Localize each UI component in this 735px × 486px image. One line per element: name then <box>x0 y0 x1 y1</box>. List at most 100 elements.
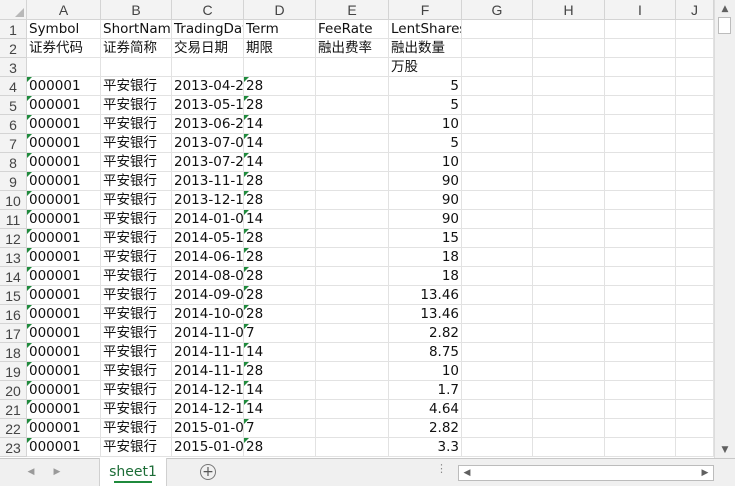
cell-J6[interactable] <box>676 115 714 134</box>
row-header-4[interactable]: 4 <box>0 77 27 96</box>
row-header-3[interactable]: 3 <box>0 58 27 77</box>
cell-I6[interactable] <box>605 115 676 134</box>
column-header-H[interactable]: H <box>533 0 605 20</box>
scroll-down-arrow-icon[interactable]: ▼ <box>715 441 735 458</box>
cell-C22[interactable]: 2015-01-07 <box>172 419 244 438</box>
cell-B4[interactable]: 平安银行 <box>101 77 172 96</box>
cell-D6[interactable]: 14 <box>244 115 316 134</box>
column-header-D[interactable]: D <box>244 0 316 20</box>
row-header-6[interactable]: 6 <box>0 115 27 134</box>
cell-F12[interactable]: 15 <box>389 229 462 248</box>
cell-F3[interactable]: 万股 <box>389 58 462 77</box>
cell-I18[interactable] <box>605 343 676 362</box>
horizontal-scrollbar[interactable]: ◀ ▶ <box>458 465 714 481</box>
cell-J1[interactable] <box>676 20 714 39</box>
cell-E8[interactable] <box>316 153 389 172</box>
cell-I14[interactable] <box>605 267 676 286</box>
cell-E20[interactable] <box>316 381 389 400</box>
cell-I7[interactable] <box>605 134 676 153</box>
cell-I22[interactable] <box>605 419 676 438</box>
cell-G23[interactable] <box>462 438 533 457</box>
cell-E19[interactable] <box>316 362 389 381</box>
cell-H9[interactable] <box>533 172 605 191</box>
cell-J21[interactable] <box>676 400 714 419</box>
cell-A7[interactable]: 000001 <box>27 134 101 153</box>
row-header-15[interactable]: 15 <box>0 286 27 305</box>
cell-H16[interactable] <box>533 305 605 324</box>
cell-D4[interactable]: 28 <box>244 77 316 96</box>
cell-A14[interactable]: 000001 <box>27 267 101 286</box>
cell-B9[interactable]: 平安银行 <box>101 172 172 191</box>
cell-H8[interactable] <box>533 153 605 172</box>
cell-J16[interactable] <box>676 305 714 324</box>
row-header-5[interactable]: 5 <box>0 96 27 115</box>
cell-B15[interactable]: 平安银行 <box>101 286 172 305</box>
cell-G17[interactable] <box>462 324 533 343</box>
cell-C20[interactable]: 2014-12-11 <box>172 381 244 400</box>
cell-D19[interactable]: 28 <box>244 362 316 381</box>
cell-D15[interactable]: 28 <box>244 286 316 305</box>
horizontal-scroll-thumb[interactable] <box>475 468 489 478</box>
cell-J7[interactable] <box>676 134 714 153</box>
cell-A17[interactable]: 000001 <box>27 324 101 343</box>
cell-I21[interactable] <box>605 400 676 419</box>
prev-sheet-icon[interactable]: ◀ <box>24 465 38 479</box>
cell-G20[interactable] <box>462 381 533 400</box>
cell-D21[interactable]: 14 <box>244 400 316 419</box>
cell-D5[interactable]: 28 <box>244 96 316 115</box>
cell-B16[interactable]: 平安银行 <box>101 305 172 324</box>
row-header-18[interactable]: 18 <box>0 343 27 362</box>
cell-G2[interactable] <box>462 39 533 58</box>
cell-E6[interactable] <box>316 115 389 134</box>
cell-B7[interactable]: 平安银行 <box>101 134 172 153</box>
row-header-22[interactable]: 22 <box>0 419 27 438</box>
cell-B22[interactable]: 平安银行 <box>101 419 172 438</box>
add-sheet-icon[interactable]: + <box>200 464 216 480</box>
cell-H4[interactable] <box>533 77 605 96</box>
cell-F17[interactable]: 2.82 <box>389 324 462 343</box>
cell-B2[interactable]: 证券简称 <box>101 39 172 58</box>
cell-E3[interactable] <box>316 58 389 77</box>
cell-B23[interactable]: 平安银行 <box>101 438 172 457</box>
cell-G13[interactable] <box>462 248 533 267</box>
cell-E21[interactable] <box>316 400 389 419</box>
sheet-tab[interactable]: sheet1 <box>99 458 167 486</box>
cell-J17[interactable] <box>676 324 714 343</box>
cell-A19[interactable]: 000001 <box>27 362 101 381</box>
select-all-corner[interactable] <box>0 0 27 20</box>
cell-C4[interactable]: 2013-04-22 <box>172 77 244 96</box>
cell-E4[interactable] <box>316 77 389 96</box>
cell-E14[interactable] <box>316 267 389 286</box>
cell-E11[interactable] <box>316 210 389 229</box>
cell-E10[interactable] <box>316 191 389 210</box>
cell-A2[interactable]: 证券代码 <box>27 39 101 58</box>
column-header-C[interactable]: C <box>172 0 244 20</box>
cell-J10[interactable] <box>676 191 714 210</box>
cell-F18[interactable]: 8.75 <box>389 343 462 362</box>
cell-H2[interactable] <box>533 39 605 58</box>
scroll-right-arrow-icon[interactable]: ▶ <box>697 466 713 480</box>
cell-G8[interactable] <box>462 153 533 172</box>
cell-E23[interactable] <box>316 438 389 457</box>
cell-D16[interactable]: 28 <box>244 305 316 324</box>
cell-J14[interactable] <box>676 267 714 286</box>
cell-G7[interactable] <box>462 134 533 153</box>
cell-E16[interactable] <box>316 305 389 324</box>
cell-G15[interactable] <box>462 286 533 305</box>
cell-H19[interactable] <box>533 362 605 381</box>
cell-J19[interactable] <box>676 362 714 381</box>
row-header-8[interactable]: 8 <box>0 153 27 172</box>
cell-C7[interactable]: 2013-07-01 <box>172 134 244 153</box>
cell-H20[interactable] <box>533 381 605 400</box>
cell-F16[interactable]: 13.46 <box>389 305 462 324</box>
cell-F9[interactable]: 90 <box>389 172 462 191</box>
row-header-14[interactable]: 14 <box>0 267 27 286</box>
cell-C15[interactable]: 2014-09-01 <box>172 286 244 305</box>
cell-I10[interactable] <box>605 191 676 210</box>
scroll-left-arrow-icon[interactable]: ◀ <box>459 466 475 480</box>
cell-G21[interactable] <box>462 400 533 419</box>
cell-F10[interactable]: 90 <box>389 191 462 210</box>
cell-B12[interactable]: 平安银行 <box>101 229 172 248</box>
column-header-G[interactable]: G <box>462 0 533 20</box>
cell-E5[interactable] <box>316 96 389 115</box>
